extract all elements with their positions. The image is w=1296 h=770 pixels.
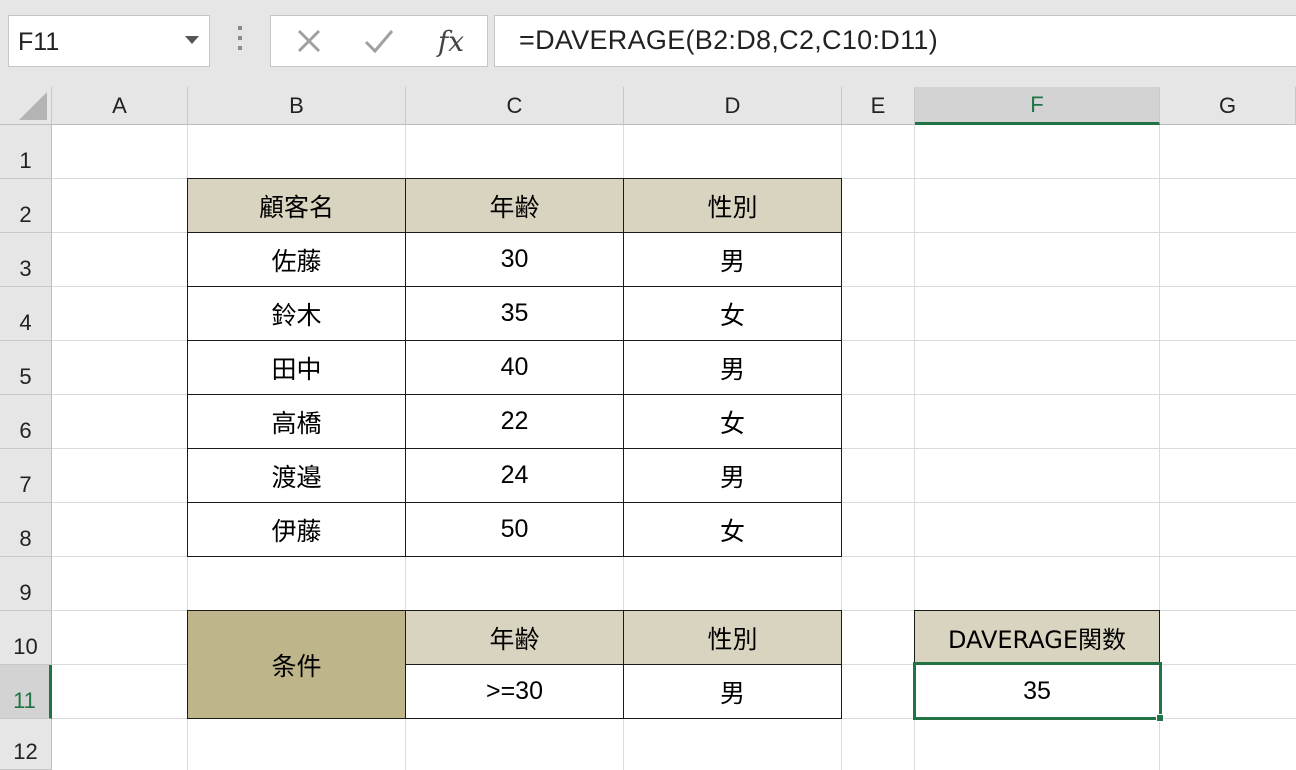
- formula-buttons: fx: [270, 15, 488, 67]
- column-header-b[interactable]: B: [188, 87, 406, 125]
- table-cell-gender[interactable]: 男: [623, 448, 842, 503]
- row-header-9[interactable]: 9: [0, 557, 52, 611]
- insert-function-button[interactable]: fx: [421, 16, 481, 66]
- table-cell-name[interactable]: 佐藤: [187, 232, 406, 287]
- criteria-header-gender[interactable]: 性別: [623, 610, 842, 665]
- criteria-header-age[interactable]: 年齢: [405, 610, 624, 665]
- table-header-gender[interactable]: 性別: [623, 178, 842, 233]
- table-cell-gender[interactable]: 女: [623, 286, 842, 341]
- fx-icon: fx: [437, 24, 465, 58]
- result-header[interactable]: DAVERAGE関数: [914, 610, 1160, 665]
- table-cell-age[interactable]: 35: [405, 286, 624, 341]
- row-header-6[interactable]: 6: [0, 395, 52, 449]
- fill-handle[interactable]: [1156, 714, 1164, 722]
- row-header-12[interactable]: 12: [0, 719, 52, 770]
- close-icon: [297, 29, 321, 53]
- table-cell-name[interactable]: 田中: [187, 340, 406, 395]
- table-cell-gender[interactable]: 男: [623, 232, 842, 287]
- criteria-value-age[interactable]: >=30: [405, 664, 624, 719]
- row-header-3[interactable]: 3: [0, 233, 52, 287]
- table-cell-gender[interactable]: 女: [623, 394, 842, 449]
- name-box[interactable]: F11: [8, 15, 210, 67]
- table-cell-age[interactable]: 30: [405, 232, 624, 287]
- formula-bar: F11 fx =DAVERAGE(B2:D8,C2,C10:D11): [0, 0, 1296, 87]
- column-header-d[interactable]: D: [624, 87, 842, 125]
- table-cell-age[interactable]: 22: [405, 394, 624, 449]
- table-cell-age[interactable]: 24: [405, 448, 624, 503]
- select-all-icon: [19, 92, 47, 120]
- more-options-icon[interactable]: [232, 26, 248, 56]
- table-cell-gender[interactable]: 男: [623, 340, 842, 395]
- criteria-value-gender[interactable]: 男: [623, 664, 842, 719]
- row-header-10[interactable]: 10: [0, 611, 52, 665]
- row-header-5[interactable]: 5: [0, 341, 52, 395]
- criteria-label[interactable]: 条件: [187, 610, 406, 719]
- row-header-11[interactable]: 11: [0, 665, 52, 719]
- checkmark-icon: [364, 30, 394, 54]
- table-cell-name[interactable]: 渡邉: [187, 448, 406, 503]
- column-header-e[interactable]: E: [842, 87, 915, 125]
- row-header-2[interactable]: 2: [0, 179, 52, 233]
- row-headers: 1 2 3 4 5 6 7 8 9 10 11 12: [0, 125, 52, 770]
- table-cell-name[interactable]: 高橋: [187, 394, 406, 449]
- table-cell-gender[interactable]: 女: [623, 502, 842, 557]
- row-header-1[interactable]: 1: [0, 125, 52, 179]
- formula-text: =DAVERAGE(B2:D8,C2,C10:D11): [519, 25, 939, 55]
- column-header-g[interactable]: G: [1160, 87, 1296, 125]
- table-cell-age[interactable]: 40: [405, 340, 624, 395]
- name-box-value: F11: [18, 28, 60, 56]
- table-cell-name[interactable]: 鈴木: [187, 286, 406, 341]
- column-header-a[interactable]: A: [52, 87, 188, 125]
- row-header-8[interactable]: 8: [0, 503, 52, 557]
- row-header-4[interactable]: 4: [0, 287, 52, 341]
- formula-input[interactable]: =DAVERAGE(B2:D8,C2,C10:D11): [494, 15, 1296, 67]
- column-headers: A B C D E F G: [52, 87, 1296, 125]
- cancel-button[interactable]: [279, 16, 339, 66]
- column-header-c[interactable]: C: [406, 87, 624, 125]
- table-cell-name[interactable]: 伊藤: [187, 502, 406, 557]
- select-all-button[interactable]: [0, 87, 52, 125]
- table-header-name[interactable]: 顧客名: [187, 178, 406, 233]
- worksheet-grid[interactable]: 顧客名 年齢 性別 佐藤 30 男 鈴木 35 女 田中 40 男 高橋 22 …: [52, 125, 1296, 770]
- chevron-down-icon[interactable]: [185, 36, 199, 44]
- enter-button[interactable]: [349, 16, 409, 66]
- table-header-age[interactable]: 年齢: [405, 178, 624, 233]
- table-cell-age[interactable]: 50: [405, 502, 624, 557]
- row-header-7[interactable]: 7: [0, 449, 52, 503]
- result-value[interactable]: 35: [914, 664, 1160, 719]
- column-header-f[interactable]: F: [915, 87, 1160, 125]
